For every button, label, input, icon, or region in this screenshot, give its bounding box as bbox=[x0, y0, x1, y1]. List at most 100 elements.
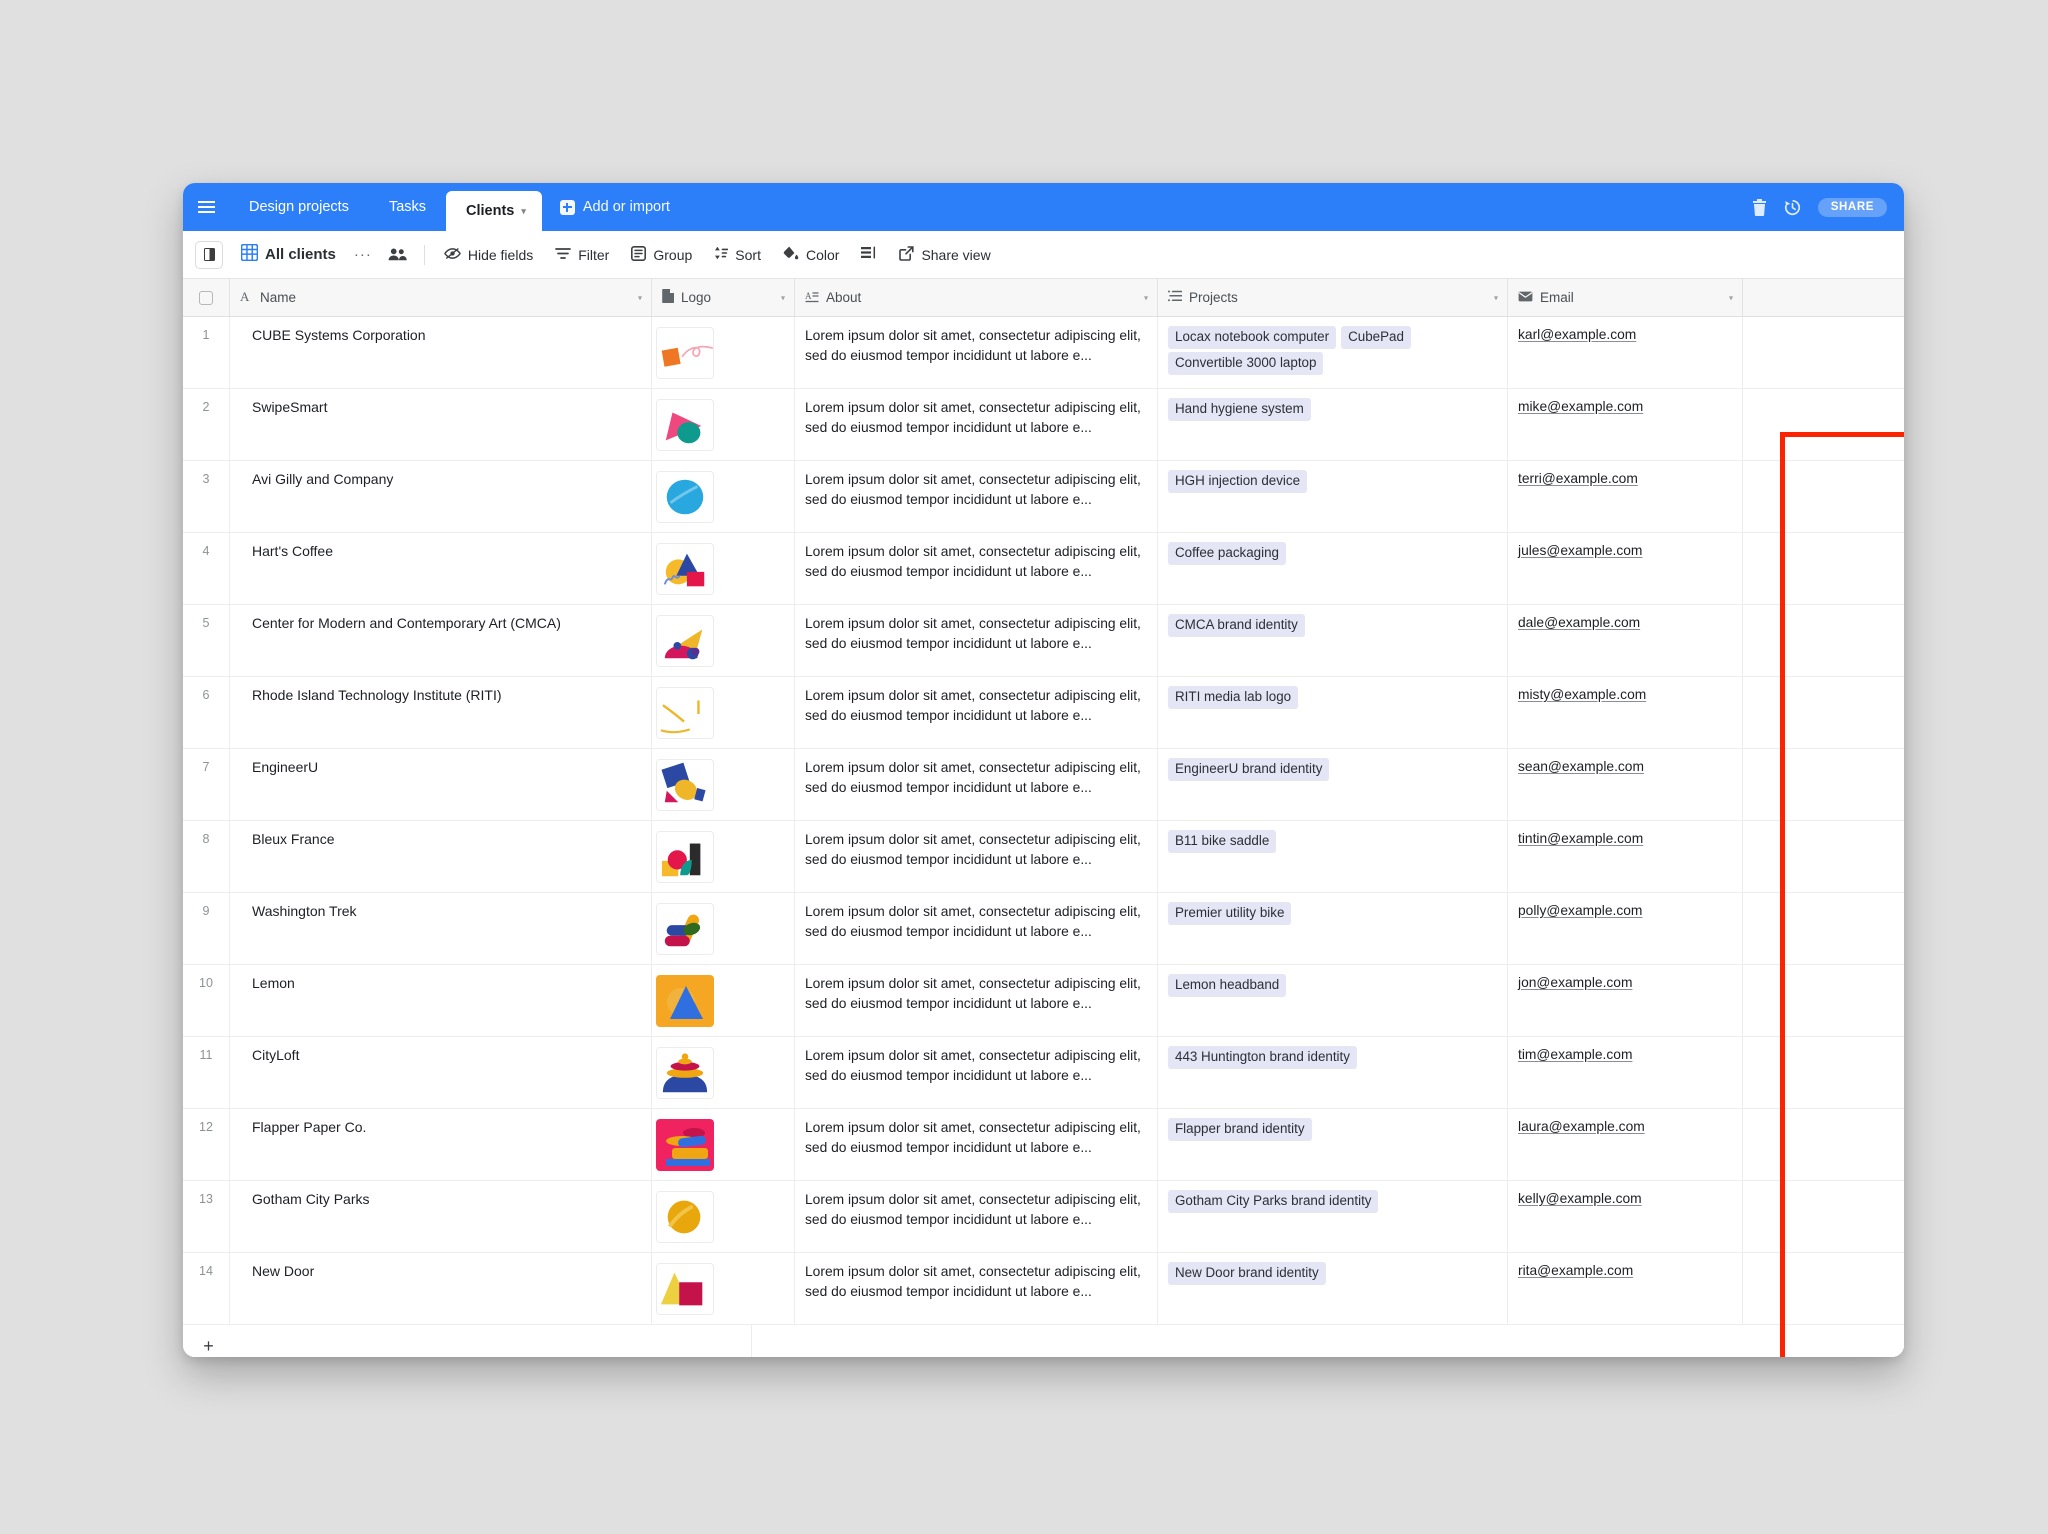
cell-name[interactable]: Flapper Paper Co. bbox=[230, 1109, 652, 1180]
cell-logo[interactable] bbox=[652, 605, 795, 676]
row-height-button[interactable] bbox=[850, 240, 888, 270]
project-chip[interactable]: Gotham City Parks brand identity bbox=[1168, 1190, 1379, 1214]
cell-name[interactable]: EngineerU bbox=[230, 749, 652, 820]
cell-about[interactable]: Lorem ipsum dolor sit amet, consectetur … bbox=[795, 1037, 1158, 1108]
cell-email[interactable]: sean@example.com bbox=[1508, 749, 1743, 820]
cell-email[interactable]: tim@example.com bbox=[1508, 1037, 1743, 1108]
cell-projects[interactable]: Hand hygiene system bbox=[1158, 389, 1508, 460]
email-link[interactable]: sean@example.com bbox=[1518, 759, 1644, 774]
column-header-projects[interactable]: Projects ▾ bbox=[1158, 279, 1508, 316]
cell-projects[interactable]: 443 Huntington brand identity bbox=[1158, 1037, 1508, 1108]
cell-projects[interactable]: Premier utility bike bbox=[1158, 893, 1508, 964]
cell-logo[interactable] bbox=[652, 1037, 795, 1108]
email-link[interactable]: kelly@example.com bbox=[1518, 1191, 1642, 1206]
cell-name[interactable]: Avi Gilly and Company bbox=[230, 461, 652, 532]
row-number[interactable]: 10 bbox=[183, 965, 230, 1036]
share-button[interactable]: SHARE bbox=[1817, 197, 1887, 217]
collaborators-icon[interactable] bbox=[379, 240, 416, 270]
table-row[interactable]: 7 EngineerU Lorem ipsum dolor sit amet, co… bbox=[183, 749, 1904, 821]
cell-email[interactable]: karl@example.com bbox=[1508, 317, 1743, 388]
project-chip[interactable]: Hand hygiene system bbox=[1168, 398, 1311, 422]
column-header-about[interactable]: A About ▾ bbox=[795, 279, 1158, 316]
add-row-button[interactable]: + bbox=[183, 1336, 230, 1357]
cell-email[interactable]: laura@example.com bbox=[1508, 1109, 1743, 1180]
cell-projects[interactable]: EngineerU brand identity bbox=[1158, 749, 1508, 820]
cell-email[interactable]: kelly@example.com bbox=[1508, 1181, 1743, 1252]
cell-about[interactable]: Lorem ipsum dolor sit amet, consectetur … bbox=[795, 389, 1158, 460]
table-row[interactable]: 9 Washington Trek Lorem ipsum dolor sit am… bbox=[183, 893, 1904, 965]
column-header-logo[interactable]: Logo ▾ bbox=[652, 279, 795, 316]
project-chip[interactable]: CMCA brand identity bbox=[1168, 614, 1305, 638]
table-row[interactable]: 8 Bleux France Lorem ipsum dolor sit amet,… bbox=[183, 821, 1904, 893]
cell-email[interactable]: tintin@example.com bbox=[1508, 821, 1743, 892]
cell-projects[interactable]: RITI media lab logo bbox=[1158, 677, 1508, 748]
table-row[interactable]: 14 New Door Lorem ipsum dolor sit amet, co… bbox=[183, 1253, 1904, 1325]
row-number[interactable]: 6 bbox=[183, 677, 230, 748]
cell-logo[interactable] bbox=[652, 1109, 795, 1180]
cell-about[interactable]: Lorem ipsum dolor sit amet, consectetur … bbox=[795, 965, 1158, 1036]
table-row[interactable]: 13 Gotham City Parks Lorem ipsum dolor sit… bbox=[183, 1181, 1904, 1253]
group-button[interactable]: Group bbox=[620, 240, 703, 270]
table-row[interactable]: 2 SwipeSmart Lorem ipsum dolor sit amet, c… bbox=[183, 389, 1904, 461]
cell-logo[interactable] bbox=[652, 533, 795, 604]
project-chip[interactable]: RITI media lab logo bbox=[1168, 686, 1299, 710]
cell-name[interactable]: Lemon bbox=[230, 965, 652, 1036]
cell-name[interactable]: SwipeSmart bbox=[230, 389, 652, 460]
cell-logo[interactable] bbox=[652, 317, 795, 388]
email-link[interactable]: jules@example.com bbox=[1518, 543, 1642, 558]
email-link[interactable]: misty@example.com bbox=[1518, 687, 1646, 702]
cell-about[interactable]: Lorem ipsum dolor sit amet, consectetur … bbox=[795, 1109, 1158, 1180]
cell-projects[interactable]: Locax notebook computer CubePad Convertibl… bbox=[1158, 317, 1508, 388]
cell-logo[interactable] bbox=[652, 1253, 795, 1324]
table-row[interactable]: 4 Hart's Coffee Lorem ipsum dolor sit amet… bbox=[183, 533, 1904, 605]
cell-name[interactable]: Rhode Island Technology Institute (RITI) bbox=[230, 677, 652, 748]
cell-name[interactable]: Center for Modern and Contemporary Art (… bbox=[230, 605, 652, 676]
chevron-down-icon[interactable]: ▾ bbox=[1144, 293, 1148, 302]
project-chip[interactable]: Premier utility bike bbox=[1168, 902, 1292, 926]
cell-about[interactable]: Lorem ipsum dolor sit amet, consectetur … bbox=[795, 461, 1158, 532]
email-link[interactable]: laura@example.com bbox=[1518, 1119, 1645, 1134]
cell-logo[interactable] bbox=[652, 749, 795, 820]
cell-email[interactable]: jon@example.com bbox=[1508, 965, 1743, 1036]
cell-name[interactable]: Hart's Coffee bbox=[230, 533, 652, 604]
project-chip[interactable]: Convertible 3000 laptop bbox=[1168, 352, 1324, 376]
panel-toggle-icon[interactable] bbox=[195, 240, 223, 269]
select-all-checkbox[interactable] bbox=[183, 279, 230, 316]
email-link[interactable]: mike@example.com bbox=[1518, 399, 1643, 414]
cell-name[interactable]: Washington Trek bbox=[230, 893, 652, 964]
row-number[interactable]: 1 bbox=[183, 317, 230, 388]
cell-projects[interactable]: New Door brand identity bbox=[1158, 1253, 1508, 1324]
chevron-down-icon[interactable]: ▾ bbox=[638, 293, 642, 302]
email-link[interactable]: terri@example.com bbox=[1518, 471, 1638, 486]
cell-projects[interactable]: CMCA brand identity bbox=[1158, 605, 1508, 676]
project-chip[interactable]: Lemon headband bbox=[1168, 974, 1287, 998]
cell-about[interactable]: Lorem ipsum dolor sit amet, consectetur … bbox=[795, 317, 1158, 388]
filter-button[interactable]: Filter bbox=[544, 240, 620, 270]
cell-logo[interactable] bbox=[652, 677, 795, 748]
color-button[interactable]: Color bbox=[772, 240, 850, 270]
cell-logo[interactable] bbox=[652, 461, 795, 532]
project-chip[interactable]: Flapper brand identity bbox=[1168, 1118, 1312, 1142]
cell-logo[interactable] bbox=[652, 1181, 795, 1252]
row-number[interactable]: 12 bbox=[183, 1109, 230, 1180]
cell-projects[interactable]: HGH injection device bbox=[1158, 461, 1508, 532]
cell-about[interactable]: Lorem ipsum dolor sit amet, consectetur … bbox=[795, 677, 1158, 748]
cell-about[interactable]: Lorem ipsum dolor sit amet, consectetur … bbox=[795, 1253, 1158, 1324]
add-or-import-button[interactable]: Add or import bbox=[542, 183, 684, 231]
column-header-email[interactable]: Email ▾ bbox=[1508, 279, 1743, 316]
chevron-down-icon[interactable]: ▾ bbox=[1494, 293, 1498, 302]
cell-logo[interactable] bbox=[652, 821, 795, 892]
add-row[interactable]: + bbox=[183, 1325, 1904, 1357]
table-row[interactable]: 3 Avi Gilly and Company Lorem ipsum dolor … bbox=[183, 461, 1904, 533]
cell-email[interactable]: polly@example.com bbox=[1508, 893, 1743, 964]
email-link[interactable]: polly@example.com bbox=[1518, 903, 1642, 918]
cell-about[interactable]: Lorem ipsum dolor sit amet, consectetur … bbox=[795, 893, 1158, 964]
hide-fields-button[interactable]: Hide fields bbox=[433, 240, 544, 270]
cell-name[interactable]: Gotham City Parks bbox=[230, 1181, 652, 1252]
cell-email[interactable]: rita@example.com bbox=[1508, 1253, 1743, 1324]
share-view-button[interactable]: Share view bbox=[888, 240, 1001, 270]
current-view-button[interactable]: All clients bbox=[237, 240, 347, 270]
row-number[interactable]: 9 bbox=[183, 893, 230, 964]
cell-email[interactable]: mike@example.com bbox=[1508, 389, 1743, 460]
row-number[interactable]: 7 bbox=[183, 749, 230, 820]
